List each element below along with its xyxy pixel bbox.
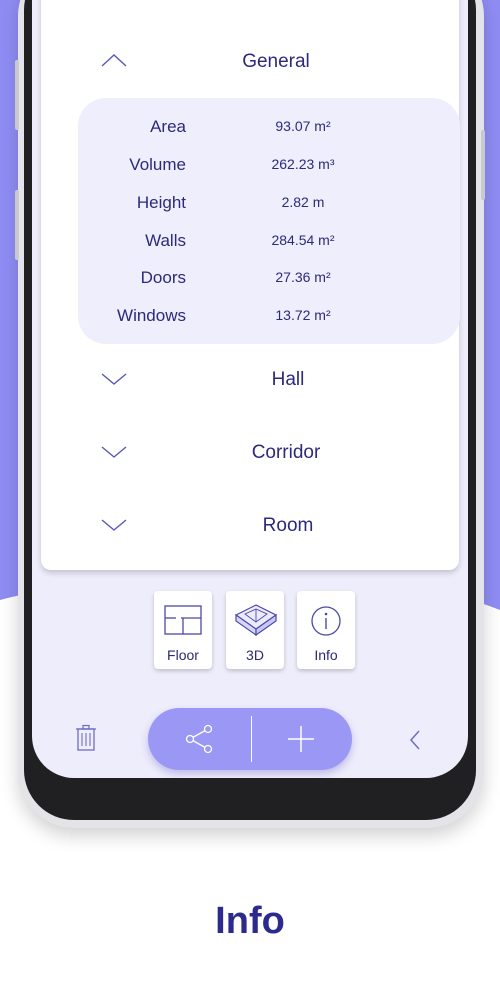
stat-value: 93.07 m² xyxy=(275,118,331,134)
divider xyxy=(251,716,252,762)
stat-label: Area xyxy=(150,117,186,136)
section-title: Corridor xyxy=(251,442,321,463)
floor-plan-icon xyxy=(164,605,202,635)
share-icon[interactable] xyxy=(182,724,216,754)
info-card: General Area 93.07 m² Volume 262.23 m³ H… xyxy=(41,0,460,570)
plus-icon[interactable] xyxy=(286,724,316,754)
section-title: Room xyxy=(262,515,314,536)
stat-label: Height xyxy=(136,193,186,212)
mode-label: 3D xyxy=(246,647,264,663)
phone-side-button xyxy=(481,130,485,200)
stat-row-height: Height 2.82 m xyxy=(78,188,460,218)
chevron-down-icon xyxy=(101,519,127,531)
section-header-corridor[interactable]: Corridor xyxy=(41,433,459,473)
stat-row-area: Area 93.07 m² xyxy=(78,112,460,142)
3d-room-icon xyxy=(234,604,278,637)
info-icon xyxy=(311,606,341,636)
caption: Info xyxy=(215,900,285,942)
chevron-up-icon xyxy=(101,54,127,67)
phone-side-button xyxy=(15,60,19,130)
stat-value: 262.23 m³ xyxy=(271,156,335,172)
phone-screen: General Area 93.07 m² Volume 262.23 m³ H… xyxy=(32,0,468,778)
phone-side-button xyxy=(15,190,19,260)
section-title: General xyxy=(242,51,310,72)
chevron-down-icon xyxy=(101,373,127,385)
action-pill xyxy=(148,708,352,770)
stat-label: Windows xyxy=(117,306,186,325)
stats-panel: Area 93.07 m² Volume 262.23 m³ Height 2.… xyxy=(78,98,460,344)
trash-icon[interactable] xyxy=(74,724,98,752)
section-header-room[interactable]: Room xyxy=(41,506,459,546)
stat-row-windows: Windows 13.72 m² xyxy=(78,301,460,331)
chevron-left-icon[interactable] xyxy=(406,728,424,752)
chevron-down-icon xyxy=(101,446,127,458)
mode-label: Info xyxy=(314,647,338,663)
stat-value: 2.82 m xyxy=(281,194,325,210)
section-header-hall[interactable]: Hall xyxy=(41,360,459,400)
stat-row-walls: Walls 284.54 m² xyxy=(78,226,460,256)
section-title: Hall xyxy=(271,369,305,390)
stat-label: Volume xyxy=(129,155,186,174)
stat-label: Doors xyxy=(140,268,186,287)
floor-view-button[interactable]: Floor xyxy=(154,591,212,669)
stat-label: Walls xyxy=(145,231,186,250)
stat-row-volume: Volume 262.23 m³ xyxy=(78,150,460,180)
stat-value: 13.72 m² xyxy=(275,307,331,323)
stat-value: 284.54 m² xyxy=(271,232,335,248)
mode-label: Floor xyxy=(167,647,199,663)
stat-value: 27.36 m² xyxy=(275,269,331,285)
info-view-button[interactable]: Info xyxy=(297,591,355,669)
3d-view-button[interactable]: 3D xyxy=(226,591,284,669)
stat-row-doors: Doors 27.36 m² xyxy=(78,263,460,293)
section-header-general[interactable]: General xyxy=(41,42,459,82)
